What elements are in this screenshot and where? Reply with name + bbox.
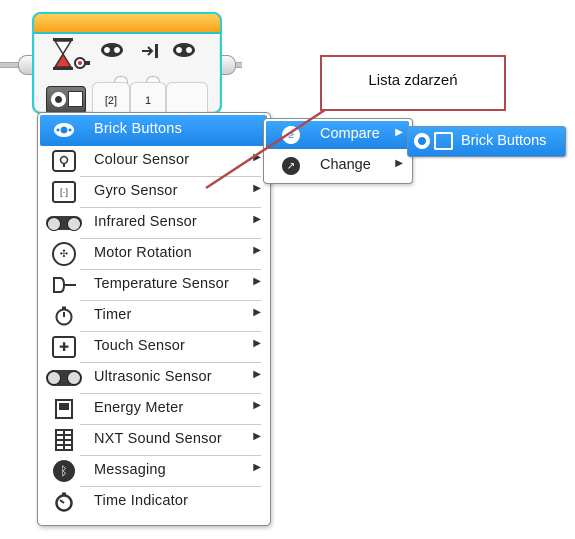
callout-label: Lista zdarzeń <box>368 72 458 89</box>
annotation-callout: Lista zdarzeń <box>320 55 506 111</box>
